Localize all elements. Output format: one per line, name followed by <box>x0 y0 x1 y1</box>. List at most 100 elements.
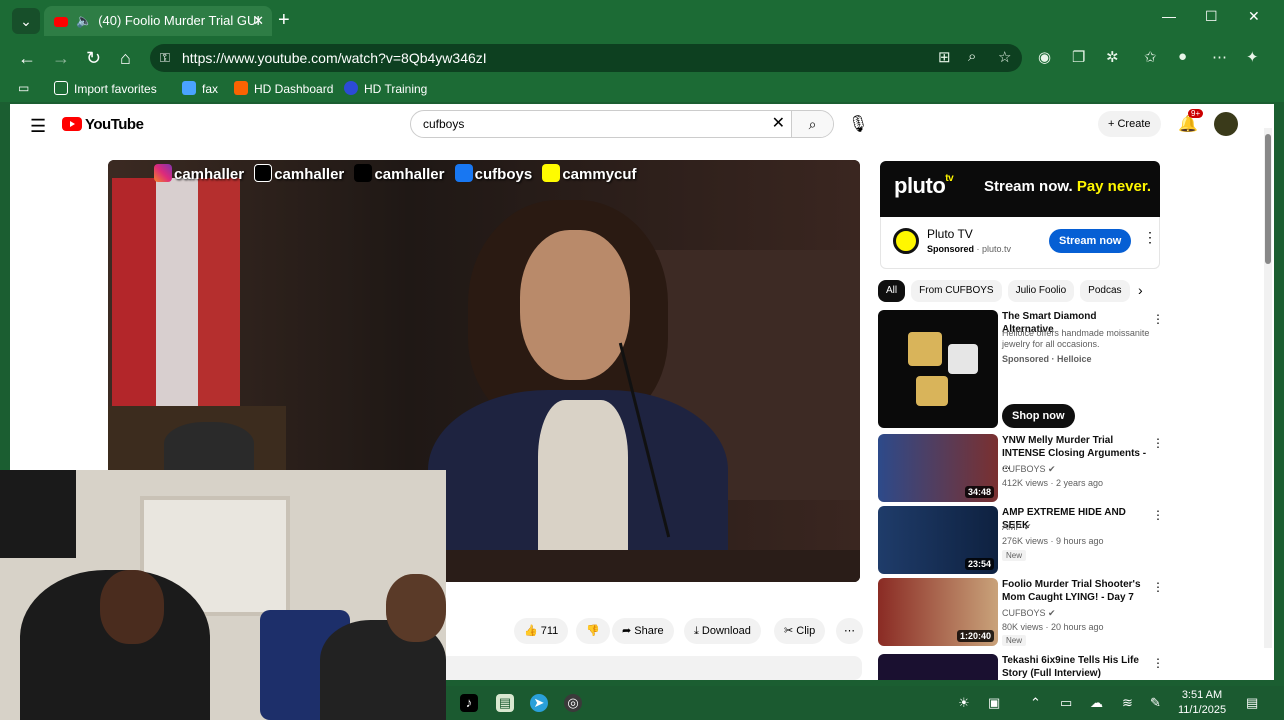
recommended-video[interactable]: 34:48 YNW Melly Murder Trial INTENSE Clo… <box>878 434 1164 504</box>
maximize-button[interactable]: ☐ <box>1205 8 1218 25</box>
youtube-logo[interactable]: YouTube <box>62 116 144 133</box>
avatar[interactable] <box>1214 112 1238 136</box>
onedrive-icon[interactable]: ☁ <box>1090 695 1103 711</box>
page-scrollbar[interactable] <box>1264 128 1272 648</box>
chip-podcasts[interactable]: Podcas <box>1080 280 1130 302</box>
flag-stripe <box>156 178 198 408</box>
telegram-app-icon[interactable]: ➤ <box>530 694 548 712</box>
recommended-video[interactable]: 1:20:40 Foolio Murder Trial Shooter's Mo… <box>878 578 1164 648</box>
bookmark-hd-training[interactable]: HD Training <box>344 81 427 96</box>
ad-more-icon[interactable]: ⋮ <box>1143 229 1157 246</box>
more-icon[interactable]: ⋮ <box>1152 312 1164 326</box>
speaker-icon[interactable]: 🔈 <box>76 13 92 28</box>
video-title[interactable]: Tekashi 6ix9ine Tells His Life Story (Fu… <box>1002 654 1150 680</box>
refresh-icon[interactable]: ↻ <box>86 48 101 68</box>
tab-close-icon[interactable]: ✕ <box>253 6 264 36</box>
zoom-icon[interactable]: ⌕ <box>968 48 976 65</box>
like-button[interactable]: 👍 711 <box>514 618 569 644</box>
menu-icon[interactable]: ☰ <box>30 116 46 137</box>
more-icon[interactable]: ⋮ <box>1152 436 1164 450</box>
ad-banner[interactable]: plutotv Stream now. Pay never. <box>880 161 1160 217</box>
shop-now-button[interactable]: Shop now <box>1002 404 1075 428</box>
notifications-bell-icon[interactable]: 🔔 9+ <box>1178 109 1204 134</box>
social-handles-overlay: camhaller camhaller camhaller cufboys ca… <box>154 164 643 183</box>
wifi-icon[interactable]: ≋ <box>1122 695 1133 711</box>
sponsored-item[interactable]: The Smart Diamond Alternative Helloice o… <box>878 310 1164 430</box>
bookmark-import-favorites[interactable]: Import favorites <box>54 81 157 96</box>
video-stats: 80K views · 20 hours ago <box>1002 622 1104 632</box>
jewelry-image <box>916 376 948 406</box>
more-icon[interactable]: ⋮ <box>1152 580 1164 594</box>
stream-now-button[interactable]: Stream now <box>1049 229 1132 253</box>
new-tab-button[interactable]: + <box>278 8 290 32</box>
forward-arrow-icon[interactable]: → <box>52 48 70 68</box>
dislike-button[interactable]: 👎 <box>576 618 610 644</box>
search-button[interactable]: ⌕ <box>791 111 833 137</box>
voice-search-icon[interactable]: 🎙 <box>848 114 868 134</box>
thumbnail[interactable] <box>878 654 998 680</box>
tiktok-app-icon[interactable]: ♪ <box>460 694 478 712</box>
more-options-icon[interactable]: ⋯ <box>1212 48 1227 66</box>
extension-g-icon[interactable]: ◉ <box>1038 48 1051 66</box>
notes-app-icon[interactable]: ▤ <box>496 694 514 712</box>
share-button[interactable]: ➦ Share <box>612 618 674 644</box>
copilot-icon[interactable]: ✦ <box>1246 48 1259 66</box>
collections-icon[interactable]: ❐ <box>1072 48 1085 66</box>
more-icon[interactable]: ⋮ <box>1152 656 1164 670</box>
weather-icon[interactable]: ☀ <box>958 695 970 711</box>
site-info-icon[interactable]: ⚿ <box>160 44 170 72</box>
bookmark-hd-dashboard[interactable]: HD Dashboard <box>234 81 333 96</box>
clear-search-icon[interactable]: ✕ <box>772 111 785 137</box>
obs-app-icon[interactable]: ◎ <box>564 694 582 712</box>
inset-camera <box>108 406 286 470</box>
recommended-video[interactable]: Tekashi 6ix9ine Tells His Life Story (Fu… <box>878 654 1164 680</box>
more-actions-button[interactable]: ⋯ <box>836 618 863 644</box>
flag-stripe <box>112 178 156 408</box>
thumbnail[interactable] <box>878 310 998 428</box>
download-button[interactable]: ⤓ Download <box>684 618 761 644</box>
bookmarks-menu-icon[interactable]: ▭ <box>18 81 29 95</box>
minimize-button[interactable]: — <box>1162 8 1176 24</box>
search-input[interactable]: cufboys ✕ ⌕ <box>410 110 834 138</box>
browser-tab-active[interactable]: 🔈 (40) Foolio Murder Trial GUI ✕ <box>44 6 272 36</box>
notification-center-icon[interactable]: ▤ <box>1246 695 1258 711</box>
taskbar: ♪ ▤ ➤ ◎ ☀ ▣ ⌃ ▭ ☁ ≋ ✎ 3:51 AM 11/1/2025 … <box>446 686 1284 720</box>
clip-button[interactable]: ✂ Clip <box>774 618 826 644</box>
pen-icon[interactable]: ✎ <box>1150 695 1161 711</box>
more-icon[interactable]: ⋮ <box>1152 508 1164 522</box>
video-title[interactable]: Foolio Murder Trial Shooter's Mom Caught… <box>1002 578 1150 604</box>
thumbnail[interactable]: 23:54 <box>878 506 998 574</box>
chip-julio-foolio[interactable]: Julio Foolio <box>1007 280 1075 302</box>
video-stats: 276K views · 9 hours ago <box>1002 536 1104 546</box>
show-hidden-icons[interactable]: ⌃ <box>1030 695 1041 711</box>
create-button[interactable]: + Create <box>1098 111 1161 137</box>
scrollbar-thumb[interactable] <box>1265 134 1271 264</box>
tab-list-button[interactable]: ⌄ <box>12 8 40 34</box>
back-arrow-icon[interactable]: ← <box>18 48 36 68</box>
recommended-video[interactable]: 23:54 AMP EXTREME HIDE AND SEEK AMP ✔ 27… <box>878 506 1164 576</box>
chip-all[interactable]: All <box>878 280 906 302</box>
home-icon[interactable]: ⌂ <box>120 48 131 68</box>
app-available-icon[interactable]: ⊞ <box>938 48 951 66</box>
clock[interactable]: 3:51 AM 11/1/2025 <box>1172 688 1232 718</box>
favorite-star-icon[interactable]: ☆ <box>998 48 1011 66</box>
address-bar[interactable]: ⚿ https://www.youtube.com/watch?v=8Qb4yw… <box>150 44 1022 72</box>
ad-tagline: Stream now. Pay never. <box>984 178 1152 195</box>
description-box[interactable] <box>440 656 862 680</box>
witness-figure <box>428 200 728 582</box>
close-window-button[interactable]: ✕ <box>1248 8 1260 25</box>
favorites-icon[interactable]: ✩ <box>1144 48 1157 66</box>
channel-name[interactable]: CUFBOYS ✔ <box>1002 464 1056 475</box>
bookmark-fax[interactable]: fax <box>182 81 218 96</box>
channel-name[interactable]: AMP ✔ <box>1002 522 1031 533</box>
extensions-icon[interactable]: ✲ <box>1106 48 1119 66</box>
chip-from-cufboys[interactable]: From CUFBOYS <box>911 280 1002 302</box>
profile-icon[interactable]: ● <box>1178 48 1187 65</box>
thumbnail[interactable]: 34:48 <box>878 434 998 502</box>
battery-icon[interactable]: ▭ <box>1060 695 1072 711</box>
channel-name[interactable]: CUFBOYS ✔ <box>1002 608 1056 619</box>
widgets-icon[interactable]: ▣ <box>988 695 1000 711</box>
chevron-right-icon[interactable]: › <box>1138 282 1143 298</box>
thumbnail[interactable]: 1:20:40 <box>878 578 998 646</box>
ad-card[interactable]: Pluto TV Sponsored · pluto.tv Stream now… <box>880 217 1160 269</box>
